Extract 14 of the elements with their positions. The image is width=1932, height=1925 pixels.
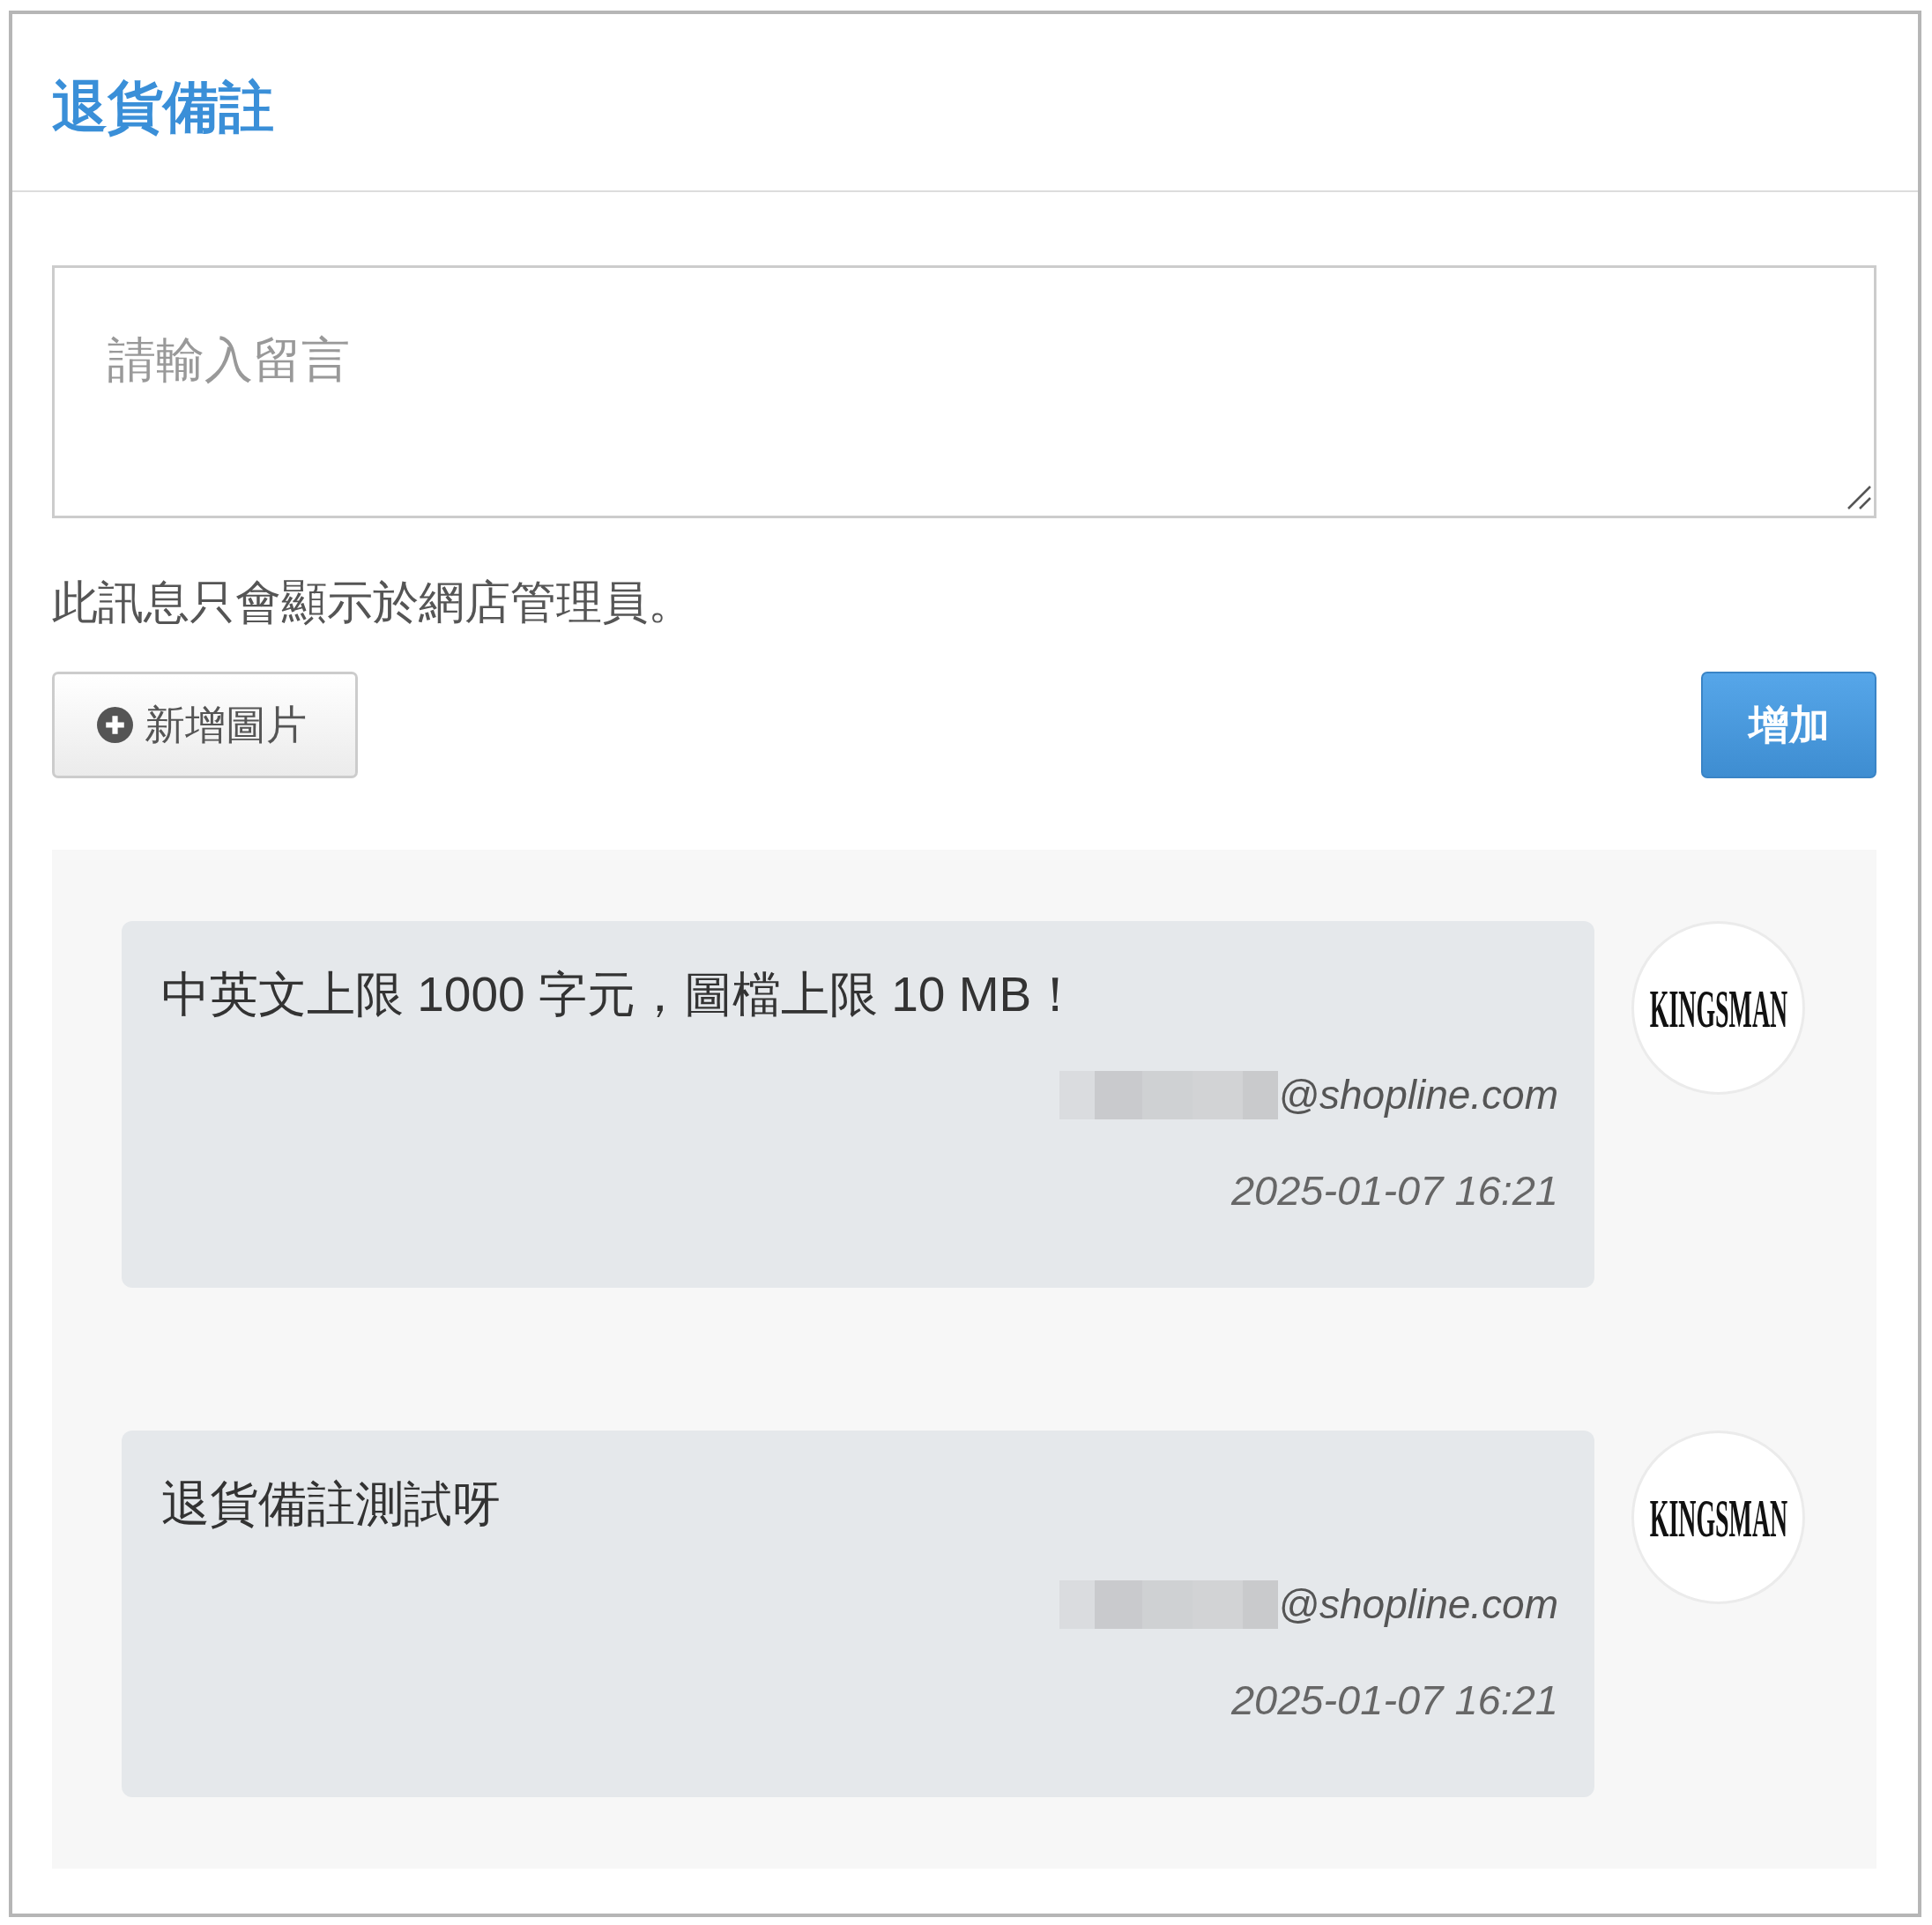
add-image-button[interactable]: 新增圖片 <box>52 672 358 778</box>
resize-grip-icon[interactable] <box>1847 485 1871 509</box>
comment-field[interactable]: 請輸入留言 <box>52 265 1876 518</box>
author-email: @shopline.com <box>1278 1580 1558 1629</box>
hint-text: 此訊息只會顯示於網店管理員。 <box>52 576 695 629</box>
panel-title: 退貨備註 <box>52 75 274 140</box>
message-timestamp: 2025-01-07 16:21 <box>1230 1676 1558 1725</box>
logo-text: KINGSMAN <box>1649 979 1787 1037</box>
author-email: @shopline.com <box>1278 1071 1558 1119</box>
plus-circle-icon <box>97 707 133 743</box>
message-timestamp: 2025-01-07 16:21 <box>1230 1166 1558 1215</box>
message-text: 退貨備註測試呀 <box>161 1475 502 1533</box>
message-text: 中英文上限 1000 字元，圖檔上限 10 MB！ <box>161 966 1081 1023</box>
logo-text: KINGSMAN <box>1649 1489 1787 1546</box>
